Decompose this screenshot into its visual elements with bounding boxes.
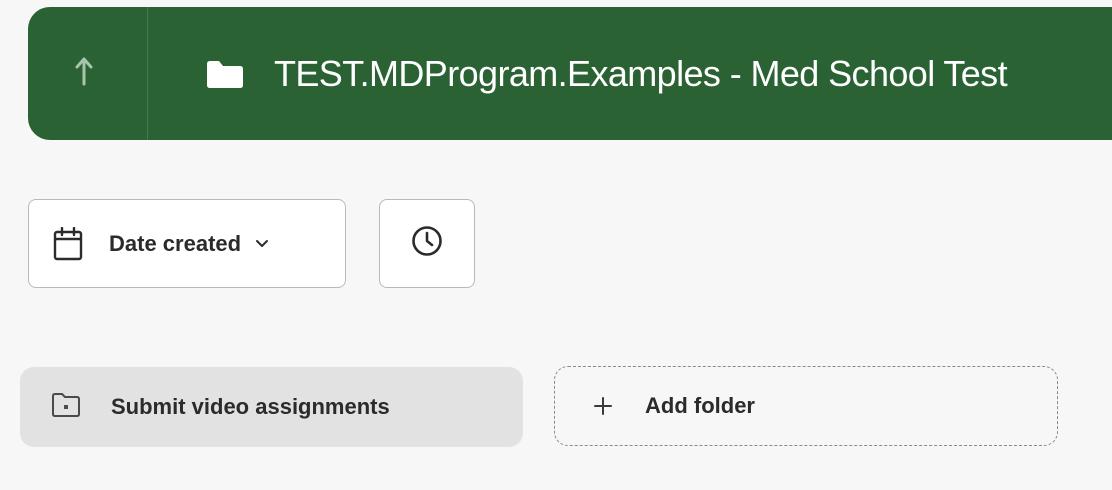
calendar-icon [53,226,83,261]
sort-dropdown[interactable]: Date created [28,199,346,288]
folder-icon [51,392,81,423]
plus-icon [593,396,613,416]
navigate-up-button[interactable] [28,7,148,140]
page: TEST.MDProgram.Examples - Med School Tes… [0,0,1112,490]
clock-icon [410,224,444,263]
folder-header: TEST.MDProgram.Examples - Med School Tes… [28,7,1112,140]
sort-label: Date created [109,230,242,256]
chevron-down-icon [255,239,269,248]
arrow-up-icon [74,54,102,93]
folder-title: TEST.MDProgram.Examples - Med School Tes… [274,52,1008,94]
folder-icon [206,59,244,89]
add-folder-label: Add folder [645,393,755,418]
folder-item-label: Submit video assignments [111,394,390,419]
folder-item-submit-video-assignments[interactable]: Submit video assignments [20,367,523,447]
add-folder-button[interactable]: Add folder [554,366,1058,446]
recent-button[interactable] [379,199,475,288]
